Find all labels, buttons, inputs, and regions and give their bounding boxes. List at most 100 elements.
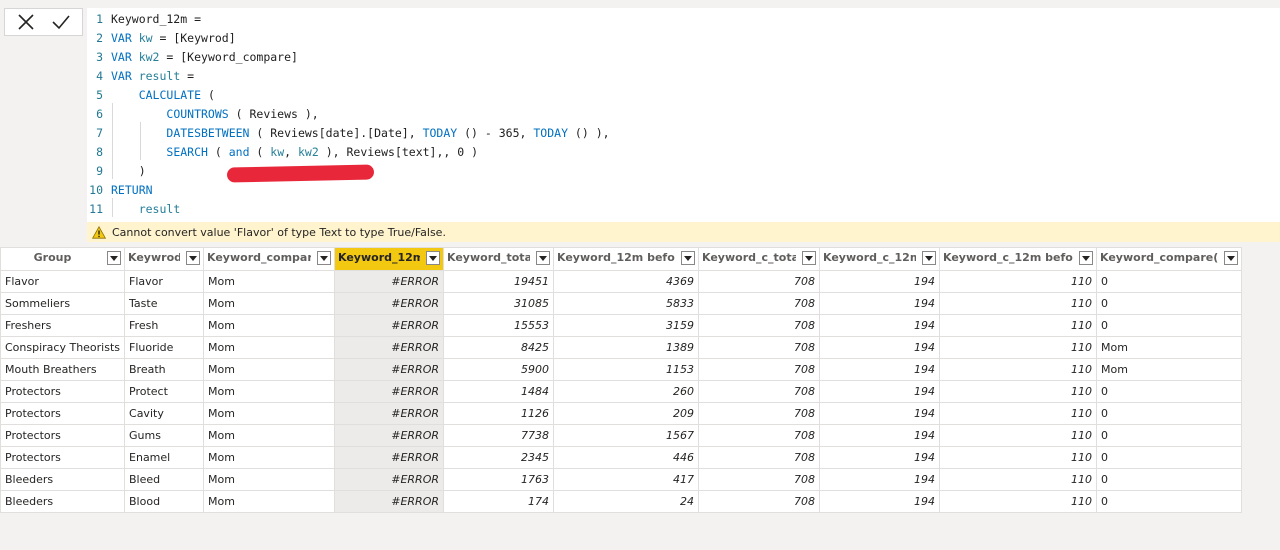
table-cell[interactable]: Flavor bbox=[0, 270, 126, 293]
table-cell[interactable]: Flavor bbox=[124, 270, 205, 293]
table-cell[interactable]: Bleeders bbox=[0, 490, 126, 513]
table-cell[interactable]: 1763 bbox=[443, 468, 555, 491]
table-cell[interactable]: 708 bbox=[698, 424, 821, 447]
table-cell[interactable]: Cavity bbox=[124, 402, 205, 425]
table-cell[interactable]: Enamel bbox=[124, 446, 205, 469]
table-cell[interactable]: Protectors bbox=[0, 446, 126, 469]
table-cell[interactable]: 194 bbox=[819, 292, 941, 315]
table-cell[interactable]: 0 bbox=[1096, 380, 1243, 403]
column-header[interactable]: Keyword_12m before bbox=[553, 247, 700, 271]
table-cell[interactable]: #ERROR bbox=[334, 380, 445, 403]
table-cell[interactable]: 417 bbox=[553, 468, 700, 491]
table-cell[interactable]: Mom bbox=[203, 380, 336, 403]
table-cell[interactable]: 194 bbox=[819, 446, 941, 469]
column-filter-dropdown[interactable] bbox=[922, 251, 937, 265]
table-cell[interactable]: 708 bbox=[698, 336, 821, 359]
table-cell[interactable]: #ERROR bbox=[334, 490, 445, 513]
table-cell[interactable]: 708 bbox=[698, 270, 821, 293]
table-cell[interactable]: 1567 bbox=[553, 424, 700, 447]
cancel-button[interactable] bbox=[13, 10, 39, 34]
table-cell[interactable]: 174 bbox=[443, 490, 555, 513]
table-cell[interactable]: 110 bbox=[939, 270, 1098, 293]
table-cell[interactable]: Taste bbox=[124, 292, 205, 315]
table-cell[interactable]: 24 bbox=[553, 490, 700, 513]
table-cell[interactable]: 1389 bbox=[553, 336, 700, 359]
table-cell[interactable]: 2345 bbox=[443, 446, 555, 469]
column-filter-dropdown[interactable] bbox=[317, 251, 332, 265]
table-cell[interactable]: #ERROR bbox=[334, 270, 445, 293]
table-cell[interactable]: Mom bbox=[203, 270, 336, 293]
column-header[interactable]: Keyword_compare(2) bbox=[1096, 247, 1243, 271]
table-cell[interactable]: 0 bbox=[1096, 402, 1243, 425]
table-cell[interactable]: 4369 bbox=[553, 270, 700, 293]
column-filter-dropdown[interactable] bbox=[1079, 251, 1094, 265]
table-cell[interactable]: 8425 bbox=[443, 336, 555, 359]
table-cell[interactable]: 708 bbox=[698, 292, 821, 315]
table-cell[interactable]: 260 bbox=[553, 380, 700, 403]
table-cell[interactable]: Mom bbox=[203, 314, 336, 337]
column-filter-dropdown[interactable] bbox=[536, 251, 551, 265]
column-header[interactable]: Keyword_total bbox=[443, 247, 555, 271]
column-filter-dropdown[interactable] bbox=[426, 251, 441, 265]
table-cell[interactable]: 7738 bbox=[443, 424, 555, 447]
table-cell[interactable]: Mom bbox=[203, 424, 336, 447]
table-cell[interactable]: 110 bbox=[939, 358, 1098, 381]
column-header[interactable]: Keyword_compare bbox=[203, 247, 336, 271]
column-filter-dropdown[interactable] bbox=[1224, 251, 1239, 265]
table-cell[interactable]: 708 bbox=[698, 358, 821, 381]
column-header[interactable]: Keywrod bbox=[124, 247, 205, 271]
table-cell[interactable]: 1126 bbox=[443, 402, 555, 425]
table-cell[interactable]: 446 bbox=[553, 446, 700, 469]
table-cell[interactable]: 15553 bbox=[443, 314, 555, 337]
table-cell[interactable]: Bleed bbox=[124, 468, 205, 491]
table-cell[interactable]: Protectors bbox=[0, 402, 126, 425]
table-cell[interactable]: 31085 bbox=[443, 292, 555, 315]
table-cell[interactable]: 5900 bbox=[443, 358, 555, 381]
table-cell[interactable]: Blood bbox=[124, 490, 205, 513]
table-cell[interactable]: #ERROR bbox=[334, 314, 445, 337]
table-cell[interactable]: #ERROR bbox=[334, 402, 445, 425]
table-cell[interactable]: Protectors bbox=[0, 424, 126, 447]
table-cell[interactable]: Mom bbox=[203, 336, 336, 359]
table-cell[interactable]: Conspiracy Theorists bbox=[0, 336, 126, 359]
table-cell[interactable]: 708 bbox=[698, 468, 821, 491]
table-cell[interactable]: Mom bbox=[1096, 336, 1243, 359]
table-cell[interactable]: Sommeliers bbox=[0, 292, 126, 315]
table-cell[interactable]: 708 bbox=[698, 446, 821, 469]
table-cell[interactable]: 194 bbox=[819, 314, 941, 337]
table-cell[interactable]: Freshers bbox=[0, 314, 126, 337]
table-cell[interactable]: Mom bbox=[203, 292, 336, 315]
table-cell[interactable]: Protectors bbox=[0, 380, 126, 403]
table-cell[interactable]: 209 bbox=[553, 402, 700, 425]
table-cell[interactable]: 5833 bbox=[553, 292, 700, 315]
table-cell[interactable]: 194 bbox=[819, 490, 941, 513]
table-cell[interactable]: Fresh bbox=[124, 314, 205, 337]
table-cell[interactable]: 110 bbox=[939, 424, 1098, 447]
table-cell[interactable]: 1153 bbox=[553, 358, 700, 381]
table-cell[interactable]: 194 bbox=[819, 424, 941, 447]
column-filter-dropdown[interactable] bbox=[802, 251, 817, 265]
table-cell[interactable]: 194 bbox=[819, 358, 941, 381]
table-cell[interactable]: Mom bbox=[1096, 358, 1243, 381]
table-cell[interactable]: Mom bbox=[203, 358, 336, 381]
table-cell[interactable]: 194 bbox=[819, 336, 941, 359]
table-cell[interactable]: Fluoride bbox=[124, 336, 205, 359]
table-cell[interactable]: 708 bbox=[698, 314, 821, 337]
column-filter-dropdown[interactable] bbox=[107, 251, 122, 265]
table-cell[interactable]: Mom bbox=[203, 490, 336, 513]
table-cell[interactable]: 708 bbox=[698, 402, 821, 425]
table-cell[interactable]: 708 bbox=[698, 490, 821, 513]
table-cell[interactable]: 708 bbox=[698, 380, 821, 403]
table-cell[interactable]: #ERROR bbox=[334, 336, 445, 359]
table-cell[interactable]: 110 bbox=[939, 292, 1098, 315]
column-header[interactable]: Keyword_c_total bbox=[698, 247, 821, 271]
table-cell[interactable]: 3159 bbox=[553, 314, 700, 337]
table-cell[interactable]: 110 bbox=[939, 380, 1098, 403]
column-header[interactable]: Keyword_c_12m before bbox=[939, 247, 1098, 271]
table-cell[interactable]: 194 bbox=[819, 468, 941, 491]
formula-editor[interactable]: 1 Keyword_12m = 2 VAR kw = [Keywrod] 3 VAR k… bbox=[87, 8, 1280, 222]
table-cell[interactable]: 0 bbox=[1096, 292, 1243, 315]
table-cell[interactable]: #ERROR bbox=[334, 292, 445, 315]
table-cell[interactable]: Bleeders bbox=[0, 468, 126, 491]
table-cell[interactable]: #ERROR bbox=[334, 468, 445, 491]
